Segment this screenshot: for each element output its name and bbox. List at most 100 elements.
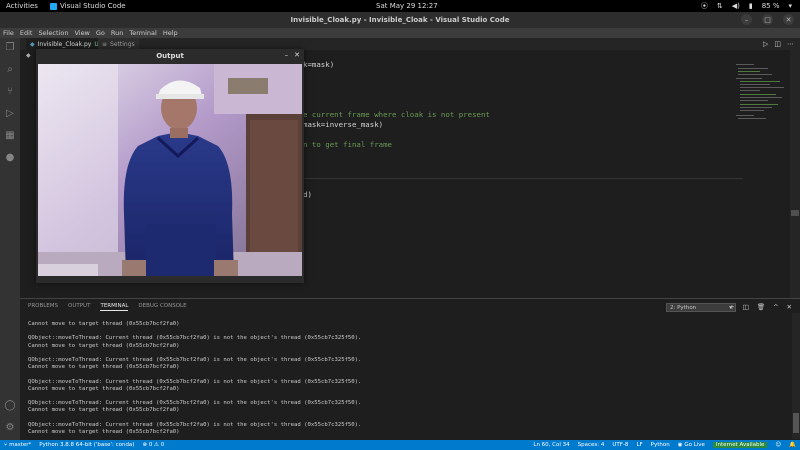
- python-interpreter[interactable]: Python 3.8.8 64-bit ('base': conda): [39, 442, 134, 448]
- indentation[interactable]: Spaces: 4: [578, 442, 605, 448]
- feedback-icon[interactable]: ☺: [775, 442, 781, 448]
- output-window-controls: – ✕: [285, 51, 300, 59]
- go-live-label: Go Live: [684, 442, 705, 448]
- gear-icon[interactable]: ⚙: [4, 422, 16, 434]
- editor-scroll-thumb[interactable]: [791, 210, 799, 216]
- menu-file[interactable]: File: [3, 29, 14, 37]
- terminal-line: Cannot move to target thread (0x55cb7bcf…: [28, 429, 180, 436]
- split-editor-icon[interactable]: ◫: [774, 40, 781, 48]
- close-button[interactable]: ✕: [783, 14, 794, 25]
- branch-indicator[interactable]: ⑂ master*: [4, 442, 31, 448]
- terminal-line: Cannot move to target thread (0x55cb7bcf…: [28, 364, 180, 371]
- app-menu[interactable]: Visual Studio Code: [50, 2, 126, 10]
- output-window[interactable]: Output – ✕: [36, 49, 304, 283]
- new-terminal-icon[interactable]: +: [729, 303, 734, 311]
- tab-label: Settings: [110, 40, 135, 48]
- menu-go[interactable]: Go: [96, 29, 105, 37]
- trash-icon[interactable]: 🗑: [757, 303, 765, 311]
- current-line-highlight: [303, 178, 743, 179]
- status-bar: ⑂ master* Python 3.8.8 64-bit ('base': c…: [0, 440, 800, 450]
- bottom-panel: PROBLEMS OUTPUT TERMINAL DEBUG CONSOLE 2…: [20, 298, 800, 440]
- language-mode[interactable]: Python: [651, 442, 670, 448]
- github-icon[interactable]: ●: [4, 152, 16, 164]
- menu-view[interactable]: View: [74, 29, 89, 37]
- code-line[interactable]: d): [303, 190, 312, 199]
- encoding[interactable]: UTF-8: [612, 442, 628, 448]
- panel-actions: + ◫ 🗑 ^ ✕: [729, 303, 792, 311]
- minimap[interactable]: [736, 60, 786, 130]
- battery-level: 85 %: [761, 2, 780, 10]
- search-icon[interactable]: ⌕: [4, 64, 16, 76]
- go-live-button[interactable]: ◉ Go Live: [678, 442, 705, 448]
- notifications-icon[interactable]: 🔔: [789, 442, 796, 448]
- app-name: Visual Studio Code: [60, 2, 126, 10]
- activities-button[interactable]: Activities: [6, 2, 38, 10]
- code-line[interactable]: k=mask): [303, 60, 334, 69]
- terminal-scrollbar[interactable]: [792, 313, 800, 439]
- terminal-line: Cannot move to target thread (0x55cb7bcf…: [28, 407, 180, 414]
- tab-problems[interactable]: PROBLEMS: [28, 303, 58, 311]
- window-controls: – □ ✕: [741, 14, 794, 25]
- battery-icon[interactable]: ▮: [749, 2, 753, 10]
- terminal-output[interactable]: Cannot move to target thread (0x55cb7bcf…: [28, 321, 361, 436]
- code-line[interactable]: n to get final frame: [303, 140, 392, 149]
- terminal-line: QObject::moveToThread: Current thread (0…: [28, 421, 362, 428]
- code-line[interactable]: e current frame where cloak is not prese…: [303, 110, 490, 119]
- tab-label: Invisible_Cloak.py: [37, 40, 92, 48]
- menu-run[interactable]: Run: [111, 29, 123, 37]
- output-window-title: Output: [36, 49, 304, 63]
- window-title-bar[interactable]: Invisible_Cloak.py - Invisible_Cloak - V…: [0, 12, 800, 28]
- editor-actions: ▷ ◫ ⋯: [763, 40, 794, 48]
- explorer-icon[interactable]: ❐: [4, 42, 16, 54]
- terminal-line: QObject::moveToThread: Current thread (0…: [28, 335, 362, 342]
- run-debug-icon[interactable]: ▷: [4, 108, 16, 120]
- volume-icon[interactable]: ◀): [732, 2, 740, 10]
- account-icon[interactable]: ◯: [4, 400, 16, 412]
- system-tray[interactable]: ⦿ ⇅ ◀) ▮ 85 % ▾: [701, 1, 792, 11]
- menu-edit[interactable]: Edit: [20, 29, 33, 37]
- menu-help[interactable]: Help: [163, 29, 178, 37]
- terminal-line: QObject::moveToThread: Current thread (0…: [28, 357, 362, 364]
- tab-output[interactable]: OUTPUT: [68, 303, 90, 311]
- terminal-line: Cannot move to target thread (0x55cb7bcf…: [28, 321, 180, 327]
- maximize-panel-icon[interactable]: ^: [773, 303, 778, 311]
- maximize-button[interactable]: □: [762, 14, 773, 25]
- source-control-icon[interactable]: ⑂: [4, 86, 16, 98]
- split-terminal-icon[interactable]: ◫: [743, 303, 749, 311]
- camera-frame: [38, 64, 302, 276]
- terminal-selector[interactable]: 2: Python ▾: [666, 303, 736, 312]
- code-line[interactable]: mask=inverse_mask): [303, 120, 383, 129]
- system-top-bar: Activities Visual Studio Code Sat May 29…: [0, 0, 800, 12]
- branch-name: master*: [9, 442, 32, 448]
- extensions-icon[interactable]: ▦: [4, 130, 16, 142]
- menu-selection[interactable]: Selection: [38, 29, 68, 37]
- close-button[interactable]: ✕: [294, 51, 300, 59]
- menu-terminal[interactable]: Terminal: [129, 29, 156, 37]
- problems-indicator[interactable]: ⊗ 0 ⚠ 0: [142, 442, 164, 448]
- python-file-icon: ◆: [30, 40, 35, 48]
- terminal-line: QObject::moveToThread: Current thread (0…: [28, 400, 362, 407]
- more-actions-icon[interactable]: ⋯: [787, 40, 794, 48]
- clock[interactable]: Sat May 29 12:27: [376, 2, 438, 10]
- terminal-line: QObject::moveToThread: Current thread (0…: [28, 378, 362, 385]
- settings-file-icon: ≡: [102, 40, 108, 48]
- terminal-scroll-thumb[interactable]: [793, 413, 799, 433]
- screen: Activities Visual Studio Code Sat May 29…: [0, 0, 800, 450]
- editor-scrollbar[interactable]: [790, 50, 800, 298]
- line-endings[interactable]: LF: [636, 442, 642, 448]
- activity-bar: ❐ ⌕ ⑂ ▷ ▦ ● ◯ ⚙: [0, 38, 20, 440]
- cursor-position[interactable]: Ln 60, Col 34: [533, 442, 569, 448]
- minimize-button[interactable]: –: [741, 14, 752, 25]
- breadcrumb-icon[interactable]: ◆: [26, 52, 31, 59]
- run-file-icon[interactable]: ▷: [763, 40, 768, 48]
- close-icon[interactable]: ✕: [787, 303, 792, 311]
- minimize-button[interactable]: –: [285, 51, 289, 59]
- tab-debug-console[interactable]: DEBUG CONSOLE: [138, 303, 186, 311]
- network-icon[interactable]: ⇅: [717, 2, 723, 10]
- accessibility-icon[interactable]: ⦿: [701, 1, 708, 11]
- chevron-down-icon[interactable]: ▾: [788, 2, 792, 10]
- panel-tabs: PROBLEMS OUTPUT TERMINAL DEBUG CONSOLE: [28, 303, 187, 311]
- tab-terminal[interactable]: TERMINAL: [100, 303, 129, 311]
